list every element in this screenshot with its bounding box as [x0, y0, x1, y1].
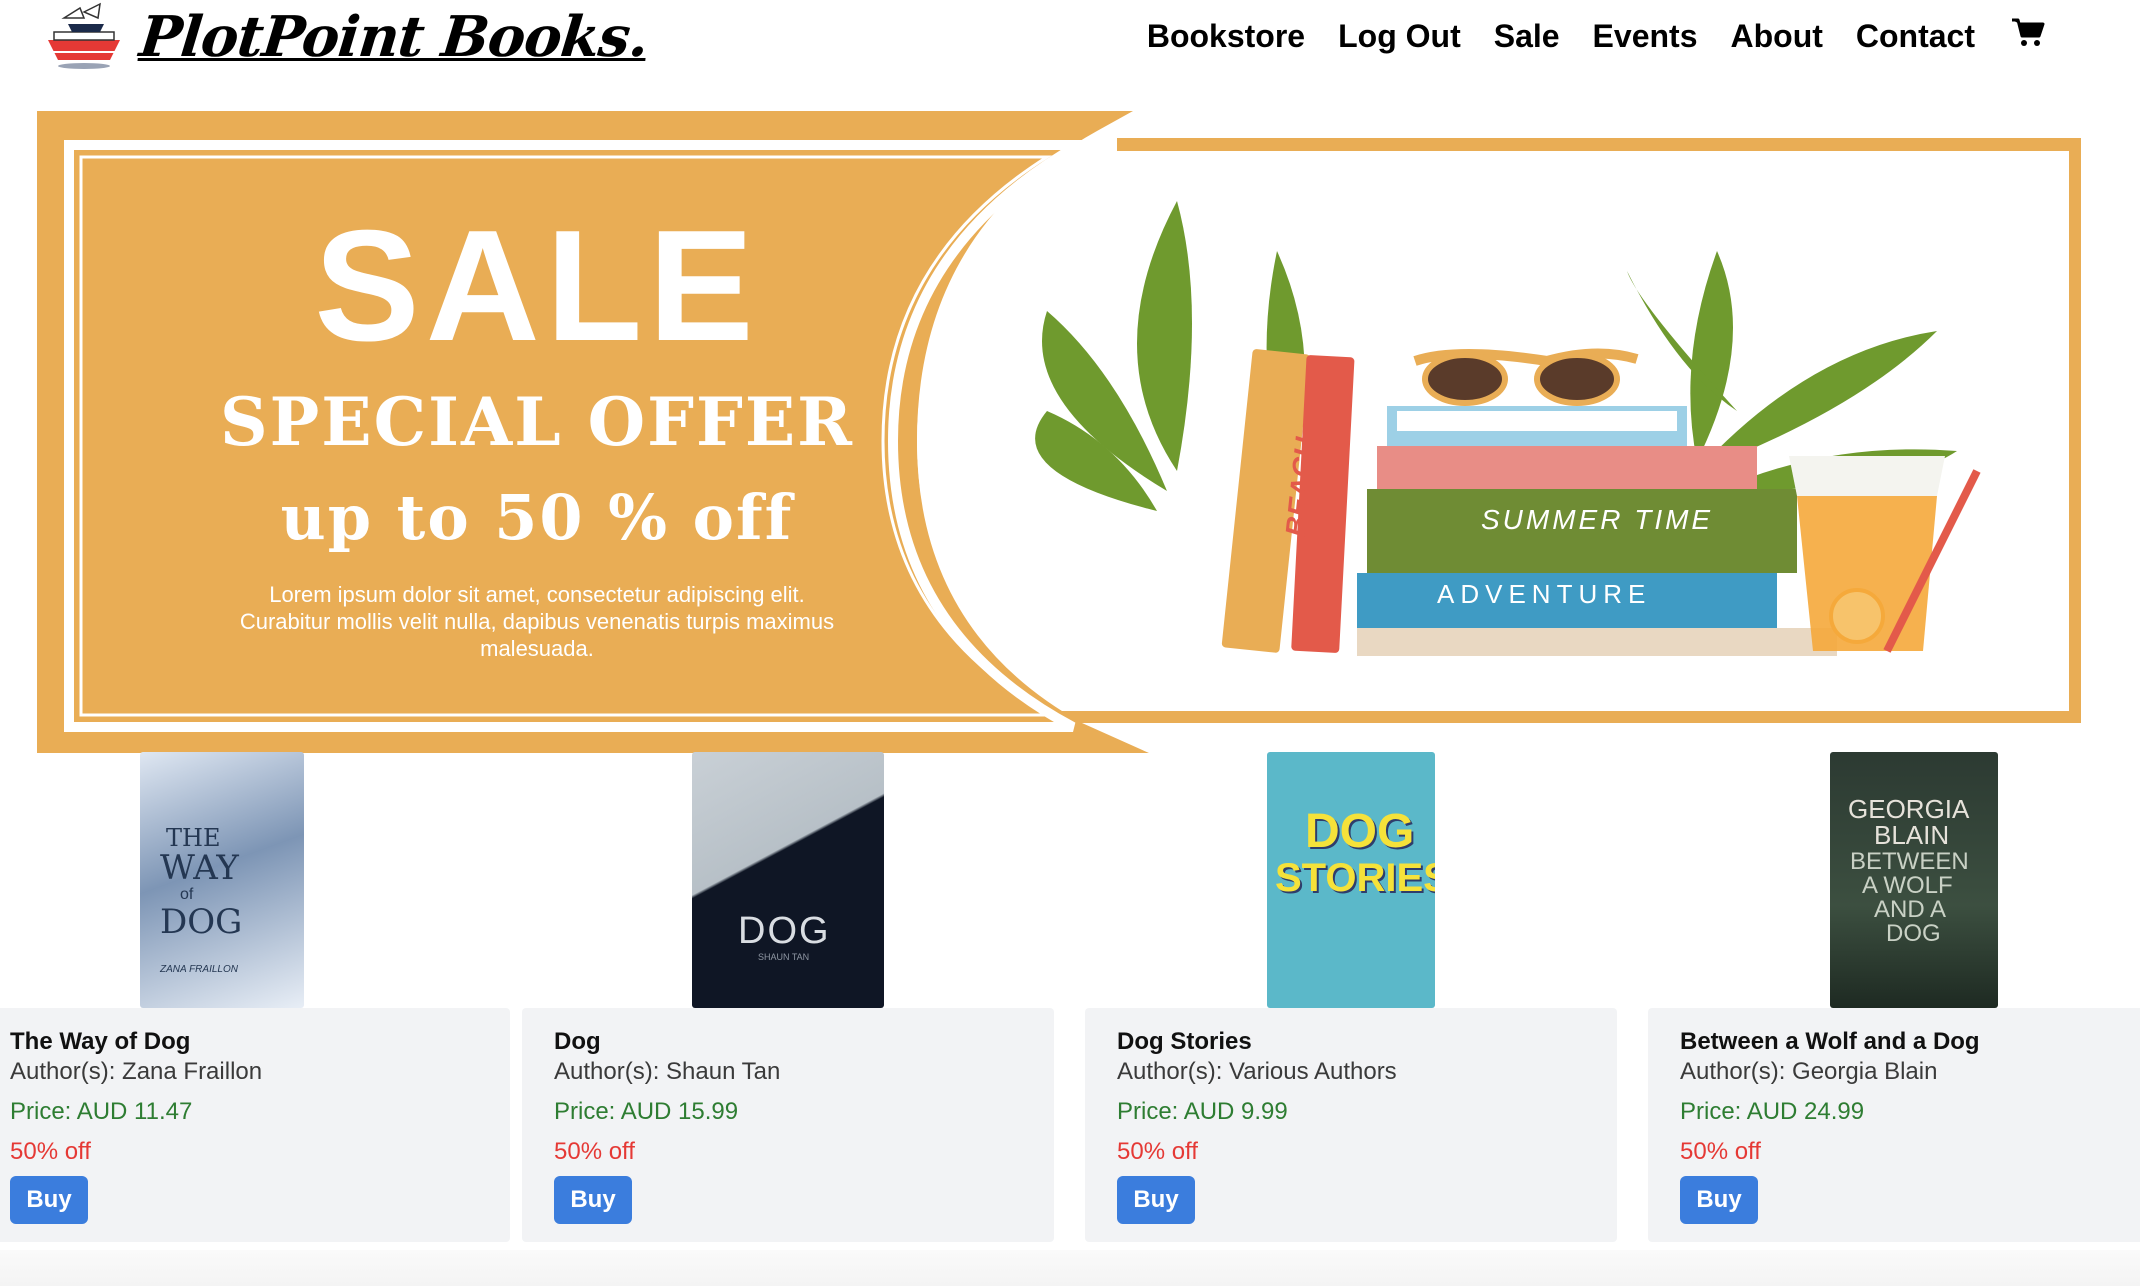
main-nav: Bookstore Log Out Sale Events About Cont… — [1147, 18, 2046, 55]
nav-bookstore[interactable]: Bookstore — [1147, 18, 1305, 55]
nav-events[interactable]: Events — [1593, 18, 1698, 55]
sale-banner[interactable]: SALE SPECIAL OFFER up to 50 % off Lorem … — [37, 111, 2081, 753]
product-info: Dog Author(s): Shaun Tan Price: AUD 15.9… — [522, 1008, 1054, 1242]
product-price: Price: AUD 11.47 — [10, 1098, 193, 1125]
product-author: Author(s): Georgia Blain — [1680, 1058, 1938, 1085]
product-card: THE WAY of DOG ZANA FRAILLON The Way of … — [0, 752, 510, 1242]
nav-contact[interactable]: Contact — [1856, 18, 1975, 55]
product-info: The Way of Dog Author(s): Zana Fraillon … — [0, 1008, 510, 1242]
banner-body-text: Lorem ipsum dolor sit amet, consectetur … — [239, 582, 835, 661]
product-price: Price: AUD 24.99 — [1680, 1098, 1865, 1125]
spine-adventure: ADVENTURE — [1437, 579, 1652, 609]
book-cover-image[interactable]: THE WAY of DOG ZANA FRAILLON — [140, 752, 304, 1008]
site-header: PlotPoint Books. Bookstore Log Out Sale … — [0, 0, 2140, 90]
cover-text: WAY — [160, 848, 239, 888]
product-info: Between a Wolf and a Dog Author(s): Geor… — [1648, 1008, 2140, 1242]
product-title[interactable]: Dog — [554, 1028, 601, 1056]
product-price: Price: AUD 15.99 — [554, 1098, 739, 1125]
product-price: Price: AUD 9.99 — [1117, 1098, 1288, 1125]
book-cover-image[interactable]: GEORGIA BLAIN BETWEEN A WOLF AND A DOG — [1830, 752, 1998, 1008]
cover-text: DOG — [1886, 920, 1941, 947]
buy-button[interactable]: Buy — [1680, 1176, 1758, 1224]
spine-summer-time: SUMMER TIME — [1481, 504, 1714, 535]
buy-button[interactable]: Buy — [554, 1176, 632, 1224]
cover-text: DOG — [160, 902, 243, 942]
product-card: GEORGIA BLAIN BETWEEN A WOLF AND A DOG B… — [1648, 752, 2140, 1242]
brand-logo-text[interactable]: PlotPoint Books. — [137, 4, 652, 70]
boat-logo-icon[interactable] — [40, 2, 128, 74]
buy-button[interactable]: Buy — [1117, 1176, 1195, 1224]
product-title[interactable]: Dog Stories — [1117, 1028, 1252, 1056]
product-title[interactable]: Between a Wolf and a Dog — [1680, 1028, 1980, 1056]
product-list: THE WAY of DOG ZANA FRAILLON The Way of … — [0, 752, 2140, 1252]
product-card: DOG SHAUN TAN Dog Author(s): Shaun Tan P… — [522, 752, 1054, 1242]
shopping-cart-icon[interactable] — [2010, 14, 2046, 50]
product-discount: 50% off — [10, 1138, 91, 1165]
buy-button[interactable]: Buy — [10, 1176, 88, 1224]
product-discount: 50% off — [1680, 1138, 1761, 1165]
nav-about[interactable]: About — [1730, 18, 1822, 55]
cover-text: BLAIN — [1874, 820, 1950, 850]
cover-text: DOG — [738, 910, 831, 952]
nav-sale[interactable]: Sale — [1494, 18, 1560, 55]
cover-text: ZANA FRAILLON — [160, 964, 238, 975]
cover-text: DOG — [1305, 805, 1415, 858]
product-author: Author(s): Various Authors — [1117, 1058, 1397, 1085]
product-title[interactable]: The Way of Dog — [10, 1028, 190, 1056]
banner-discount: up to 50 % off — [280, 481, 794, 554]
cover-text: SHAUN TAN — [758, 952, 810, 962]
product-discount: 50% off — [1117, 1138, 1198, 1165]
page-footer-edge — [0, 1250, 2140, 1286]
product-card: DOG STORIES Dog Stories Author(s): Vario… — [1085, 752, 1617, 1242]
product-author: Author(s): Zana Fraillon — [10, 1058, 263, 1085]
product-info: Dog Stories Author(s): Various Authors P… — [1085, 1008, 1617, 1242]
nav-log-out[interactable]: Log Out — [1338, 18, 1461, 55]
cover-text: STORIES — [1275, 856, 1435, 900]
book-cover-image[interactable]: DOG STORIES — [1267, 752, 1435, 1008]
product-discount: 50% off — [554, 1138, 635, 1165]
banner-subheadline: SPECIAL OFFER — [220, 383, 854, 461]
product-author: Author(s): Shaun Tan — [554, 1058, 781, 1085]
banner-headline: SALE — [314, 198, 760, 374]
book-cover-image[interactable]: DOG SHAUN TAN — [692, 752, 884, 1008]
